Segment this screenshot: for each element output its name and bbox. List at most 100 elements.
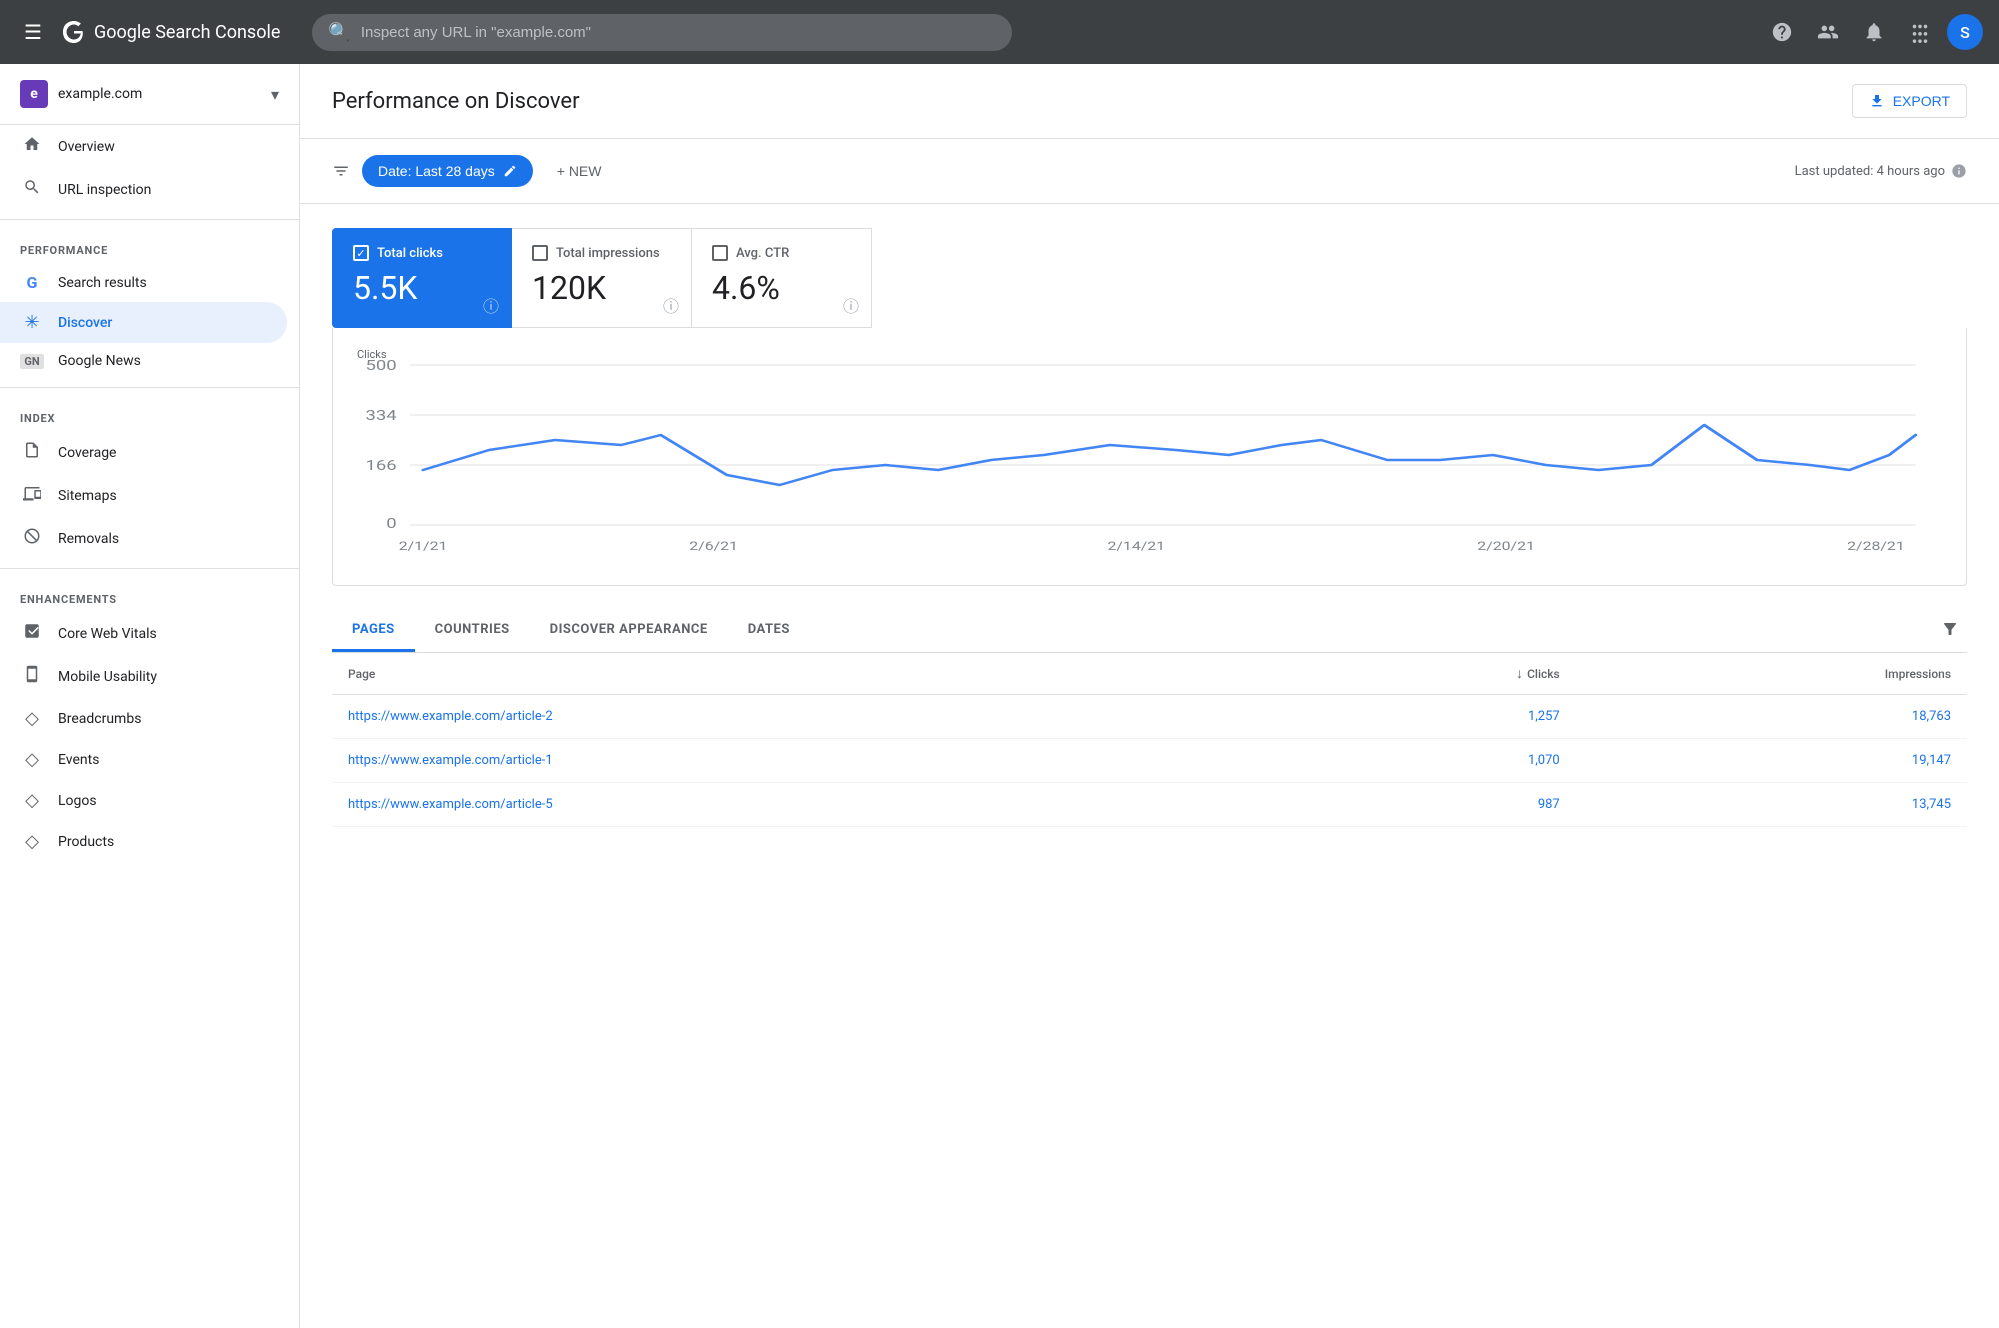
sidebar-item-url-inspection[interactable]: URL inspection bbox=[0, 168, 287, 211]
enhancements-section-label: ENHANCEMENTS bbox=[0, 577, 299, 612]
sidebar-item-products[interactable]: ◇ Products bbox=[0, 821, 287, 862]
sidebar-item-search-results[interactable]: G Search results bbox=[0, 263, 287, 302]
people-button[interactable] bbox=[1809, 13, 1847, 51]
col-header-impressions: Impressions bbox=[1576, 653, 1967, 695]
divider bbox=[0, 568, 299, 569]
search-icon bbox=[20, 178, 44, 201]
cell-impressions-2: 13,745 bbox=[1576, 783, 1967, 827]
info-icon-clicks[interactable]: ⓘ bbox=[483, 293, 499, 317]
tab-pages[interactable]: PAGES bbox=[332, 610, 415, 652]
tab-countries[interactable]: COUNTRIES bbox=[415, 610, 530, 652]
topbar: ☰ Google Search Console 🔍 S bbox=[0, 0, 1999, 64]
search-icon: 🔍 bbox=[328, 22, 350, 43]
core-web-vitals-icon bbox=[20, 622, 44, 645]
sidebar-label-core-web-vitals: Core Web Vitals bbox=[58, 626, 157, 642]
metrics-row: ✓ Total clicks 5.5K ⓘ Total impressions … bbox=[300, 204, 1999, 328]
sidebar-item-removals[interactable]: Removals bbox=[0, 517, 287, 560]
google-logo-icon bbox=[62, 20, 86, 44]
last-updated: Last updated: 4 hours ago bbox=[1795, 163, 1967, 179]
table-section: PAGES COUNTRIES DISCOVER APPEARANCE DATE… bbox=[332, 610, 1967, 827]
layout: e example.com ▾ Overview URL inspection … bbox=[0, 64, 1999, 1328]
grid-button[interactable] bbox=[1901, 13, 1939, 51]
sidebar-item-sitemaps[interactable]: Sitemaps bbox=[0, 474, 287, 517]
discover-icon: ✳ bbox=[20, 312, 44, 333]
svg-text:166: 166 bbox=[365, 458, 396, 474]
bell-button[interactable] bbox=[1855, 13, 1893, 51]
mobile-icon bbox=[20, 665, 44, 688]
search-input[interactable] bbox=[361, 24, 997, 41]
main-content: Performance on Discover EXPORT Date: Las… bbox=[300, 64, 1999, 1328]
sidebar: e example.com ▾ Overview URL inspection … bbox=[0, 64, 300, 1328]
sidebar-label-sitemaps: Sitemaps bbox=[58, 488, 117, 504]
new-filter-label: + NEW bbox=[557, 163, 602, 179]
metric-value-impressions: 120K bbox=[532, 269, 671, 307]
metric-value-clicks: 5.5K bbox=[353, 269, 491, 307]
divider bbox=[0, 387, 299, 388]
checkbox-total-clicks[interactable]: ✓ bbox=[353, 245, 369, 261]
svg-text:334: 334 bbox=[365, 408, 396, 424]
filter-icon bbox=[332, 162, 350, 180]
sidebar-item-google-news[interactable]: GN Google News bbox=[0, 343, 287, 379]
site-name: example.com bbox=[58, 86, 261, 102]
table-row: https://www.example.com/article-5 987 13… bbox=[332, 783, 1967, 827]
cell-clicks-0: 1,257 bbox=[1274, 695, 1575, 739]
logos-icon: ◇ bbox=[20, 790, 44, 811]
metric-avg-ctr[interactable]: Avg. CTR 4.6% ⓘ bbox=[692, 228, 872, 328]
chart-container: Clicks 500 334 166 0 2/1/21 bbox=[332, 328, 1967, 586]
svg-text:0: 0 bbox=[386, 516, 396, 532]
sidebar-item-overview[interactable]: Overview bbox=[0, 125, 287, 168]
info-icon bbox=[1951, 163, 1967, 179]
checkbox-ctr[interactable] bbox=[712, 245, 728, 261]
table-row: https://www.example.com/article-2 1,257 … bbox=[332, 695, 1967, 739]
removals-icon bbox=[20, 527, 44, 550]
events-icon: ◇ bbox=[20, 749, 44, 770]
cell-clicks-2: 987 bbox=[1274, 783, 1575, 827]
avatar[interactable]: S bbox=[1947, 14, 1983, 50]
sidebar-item-breadcrumbs[interactable]: ◇ Breadcrumbs bbox=[0, 698, 287, 739]
sidebar-item-coverage[interactable]: Coverage bbox=[0, 431, 287, 474]
products-icon: ◇ bbox=[20, 831, 44, 852]
metric-total-clicks[interactable]: ✓ Total clicks 5.5K ⓘ bbox=[332, 228, 512, 328]
site-selector[interactable]: e example.com ▾ bbox=[0, 64, 299, 125]
svg-text:2/20/21: 2/20/21 bbox=[1477, 540, 1535, 554]
sitemaps-icon bbox=[20, 484, 44, 507]
metric-value-ctr: 4.6% bbox=[712, 269, 851, 307]
table-filter-button[interactable] bbox=[1933, 612, 1967, 651]
breadcrumbs-icon: ◇ bbox=[20, 708, 44, 729]
tab-dates[interactable]: DATES bbox=[728, 610, 810, 652]
tabs-row: PAGES COUNTRIES DISCOVER APPEARANCE DATE… bbox=[332, 610, 1967, 653]
col-header-page: Page bbox=[332, 653, 1274, 695]
checkbox-impressions[interactable] bbox=[532, 245, 548, 261]
sidebar-label-url-inspection: URL inspection bbox=[58, 182, 151, 198]
export-button[interactable]: EXPORT bbox=[1852, 84, 1967, 118]
page-title: Performance on Discover bbox=[332, 89, 580, 114]
cell-page-2[interactable]: https://www.example.com/article-5 bbox=[332, 783, 1274, 827]
info-icon-impressions[interactable]: ⓘ bbox=[663, 293, 679, 317]
sidebar-item-discover[interactable]: ✳ Discover bbox=[0, 302, 287, 343]
metric-label-clicks: Total clicks bbox=[377, 246, 443, 261]
help-button[interactable] bbox=[1763, 13, 1801, 51]
site-icon: e bbox=[20, 80, 48, 108]
chart-svg: 500 334 166 0 2/1/21 2/6/21 2/14/21 2/20… bbox=[357, 365, 1942, 565]
cell-clicks-1: 1,070 bbox=[1274, 739, 1575, 783]
cell-page-0[interactable]: https://www.example.com/article-2 bbox=[332, 695, 1274, 739]
sidebar-item-events[interactable]: ◇ Events bbox=[0, 739, 287, 780]
svg-text:2/14/21: 2/14/21 bbox=[1107, 540, 1165, 554]
performance-section-label: PERFORMANCE bbox=[0, 228, 299, 263]
tab-discover-appearance[interactable]: DISCOVER APPEARANCE bbox=[530, 610, 728, 652]
metric-total-impressions[interactable]: Total impressions 120K ⓘ bbox=[512, 228, 692, 328]
cell-page-1[interactable]: https://www.example.com/article-1 bbox=[332, 739, 1274, 783]
date-filter-button[interactable]: Date: Last 28 days bbox=[362, 155, 533, 187]
sidebar-item-core-web-vitals[interactable]: Core Web Vitals bbox=[0, 612, 287, 655]
col-header-clicks[interactable]: ↓Clicks bbox=[1274, 653, 1575, 695]
pages-table: Page ↓Clicks Impressions https://www.exa… bbox=[332, 653, 1967, 827]
svg-text:2/28/21: 2/28/21 bbox=[1847, 540, 1905, 554]
sidebar-item-mobile-usability[interactable]: Mobile Usability bbox=[0, 655, 287, 698]
info-icon-ctr[interactable]: ⓘ bbox=[843, 293, 859, 317]
menu-icon[interactable]: ☰ bbox=[16, 12, 50, 52]
search-bar[interactable]: 🔍 bbox=[312, 14, 1012, 51]
sidebar-item-logos[interactable]: ◇ Logos bbox=[0, 780, 287, 821]
chart-area: 500 334 166 0 2/1/21 2/6/21 2/14/21 2/20… bbox=[357, 365, 1942, 565]
new-filter-button[interactable]: + NEW bbox=[545, 155, 614, 187]
sidebar-label-overview: Overview bbox=[58, 139, 115, 155]
